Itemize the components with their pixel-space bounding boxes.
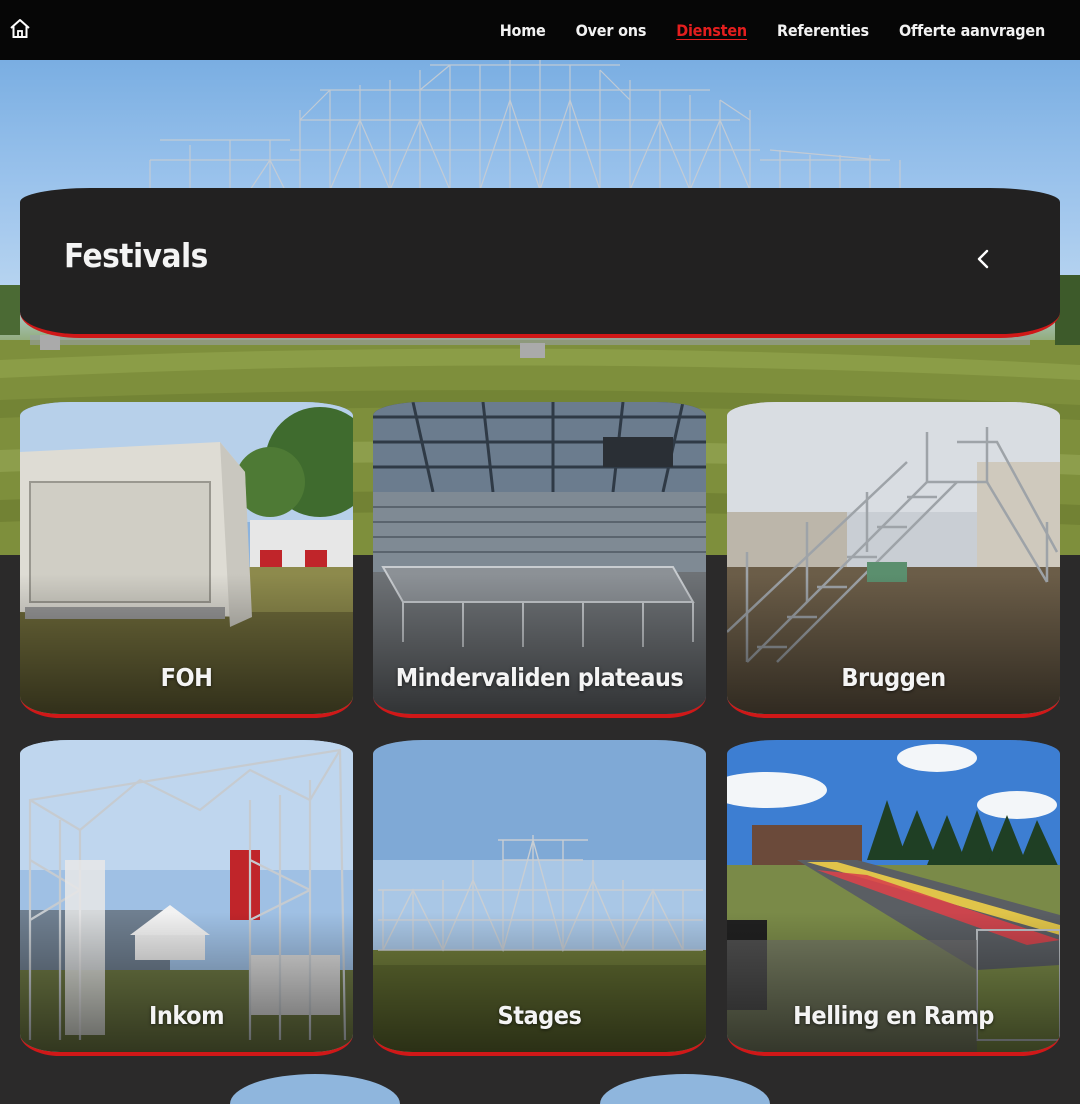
card-shade	[20, 912, 353, 1052]
next-row-card-peek	[600, 1074, 770, 1104]
card-shade	[373, 574, 706, 714]
service-card-stages[interactable]: Stages	[373, 740, 706, 1056]
card-label: Helling en Ramp	[793, 1001, 994, 1030]
card-shade	[20, 574, 353, 714]
top-navbar: Home Over ons Diensten Referenties Offer…	[0, 0, 1080, 60]
service-card-mindervaliden-plateaus[interactable]: Mindervaliden plateaus	[373, 402, 706, 718]
nav-link-home[interactable]: Home	[500, 21, 546, 40]
service-card-inkom[interactable]: Inkom	[20, 740, 353, 1056]
nav-link-diensten[interactable]: Diensten	[676, 21, 747, 40]
home-icon[interactable]	[8, 17, 32, 41]
nav-link-over-ons[interactable]: Over ons	[576, 21, 647, 40]
service-card-foh[interactable]: FOH	[20, 402, 353, 718]
card-shade	[727, 912, 1060, 1052]
page-title: Festivals	[64, 236, 208, 275]
card-label: Mindervaliden plateaus	[395, 663, 684, 692]
nav-link-referenties[interactable]: Referenties	[777, 21, 869, 40]
card-label: Inkom	[148, 1001, 225, 1030]
chevron-left-icon[interactable]	[974, 248, 994, 270]
card-shade	[727, 574, 1060, 714]
service-card-helling-en-ramp[interactable]: Helling en Ramp	[727, 740, 1060, 1056]
card-label: FOH	[160, 663, 213, 692]
service-card-bruggen[interactable]: Bruggen	[727, 402, 1060, 718]
nav-link-offerte-aanvragen[interactable]: Offerte aanvragen	[899, 21, 1045, 40]
card-label: Bruggen	[841, 663, 946, 692]
card-shade	[373, 912, 706, 1052]
page-title-card: Festivals	[20, 188, 1060, 338]
next-row-card-peek	[230, 1074, 400, 1104]
nav-links: Home Over ons Diensten Referenties Offer…	[500, 0, 1046, 60]
card-label: Stages	[497, 1001, 582, 1030]
